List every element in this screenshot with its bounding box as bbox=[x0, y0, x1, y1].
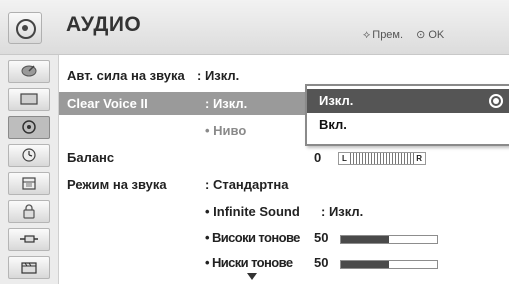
sidebar-item-channels[interactable] bbox=[8, 60, 50, 83]
category-sidebar bbox=[0, 55, 59, 284]
film-icon bbox=[21, 262, 37, 274]
popup-option-on-label: Вкл. bbox=[319, 117, 347, 132]
sound-mode-value: : Стандартна bbox=[205, 177, 289, 192]
lock-icon bbox=[23, 204, 35, 219]
calendar-icon bbox=[22, 177, 36, 190]
speaker-icon bbox=[8, 12, 42, 44]
treble-slider[interactable] bbox=[340, 235, 438, 244]
popup-option-off-label: Изкл. bbox=[319, 93, 354, 108]
popup-option-on[interactable]: Вкл. bbox=[307, 113, 509, 137]
bass-slider[interactable] bbox=[340, 260, 438, 269]
nav-ok-label: OK bbox=[428, 29, 445, 41]
auto-volume-value: : Изкл. bbox=[197, 68, 240, 83]
bass-slider-fill bbox=[341, 261, 389, 268]
radio-selected-icon bbox=[489, 94, 503, 108]
clear-voice-label: Clear Voice II bbox=[67, 96, 148, 111]
infinite-sound-value: : Изкл. bbox=[321, 204, 364, 219]
ok-button-icon: ⊙ bbox=[416, 29, 426, 41]
sound-mode-label: Режим на звука bbox=[67, 177, 167, 192]
sidebar-item-picture[interactable] bbox=[8, 88, 50, 111]
infinite-sound-label: • Infinite Sound bbox=[205, 204, 300, 219]
bass-label: • Ниски тонове bbox=[205, 255, 293, 270]
popup-option-off[interactable]: Изкл. bbox=[307, 89, 509, 113]
sidebar-item-lock[interactable] bbox=[8, 200, 50, 223]
clear-voice-value: : Изкл. bbox=[205, 96, 248, 111]
sidebar-item-media[interactable] bbox=[8, 256, 50, 279]
treble-label: • Високи тонове bbox=[205, 230, 300, 245]
sidebar-item-options[interactable] bbox=[8, 172, 50, 195]
treble-value: 50 bbox=[314, 230, 329, 245]
sidebar-item-time[interactable] bbox=[8, 144, 50, 167]
menu-row-balance[interactable]: Баланс 0 L R bbox=[59, 146, 509, 169]
auto-volume-label: Авт. сила на звука bbox=[67, 68, 185, 83]
nav-hints: ⟡ Прем. ⊙ OK bbox=[363, 28, 444, 42]
treble-slider-fill bbox=[341, 236, 389, 243]
balance-left-mark: L bbox=[341, 153, 348, 164]
clear-voice-options-popup: Изкл. Вкл. bbox=[305, 84, 509, 146]
menu-row-sound-mode[interactable]: Режим на звука : Стандартна bbox=[59, 173, 509, 196]
menu-header: АУДИО ⟡ Прем. ⊙ OK bbox=[0, 0, 509, 55]
sidebar-item-input[interactable] bbox=[8, 228, 50, 251]
speaker-icon bbox=[22, 120, 36, 134]
balance-label: Баланс bbox=[67, 150, 115, 165]
sidebar-item-audio[interactable] bbox=[8, 116, 50, 139]
monitor-icon bbox=[20, 93, 38, 105]
level-label: • Ниво bbox=[205, 123, 247, 138]
bass-value: 50 bbox=[314, 255, 329, 270]
menu-row-treble[interactable]: • Високи тонове 50 bbox=[59, 226, 509, 249]
navigation-arrows-icon: ⟡ bbox=[363, 29, 371, 41]
clock-icon bbox=[22, 148, 36, 162]
audio-menu-screen: АУДИО ⟡ Прем. ⊙ OK Авт. сила на звука: … bbox=[0, 0, 509, 284]
balance-right-mark: R bbox=[415, 153, 423, 164]
balance-slider[interactable]: L R bbox=[338, 152, 426, 165]
scroll-down-arrow-icon[interactable] bbox=[247, 273, 257, 280]
menu-row-bass[interactable]: • Ниски тонове 50 bbox=[59, 251, 509, 274]
nav-move-label: Прем. bbox=[372, 29, 404, 41]
usb-plug-icon bbox=[20, 235, 38, 243]
page-title: АУДИО bbox=[66, 13, 142, 36]
satellite-dish-icon bbox=[21, 65, 37, 77]
menu-row-infinite-sound[interactable]: • Infinite Sound : Изкл. bbox=[59, 200, 509, 223]
balance-value: 0 bbox=[314, 150, 322, 165]
